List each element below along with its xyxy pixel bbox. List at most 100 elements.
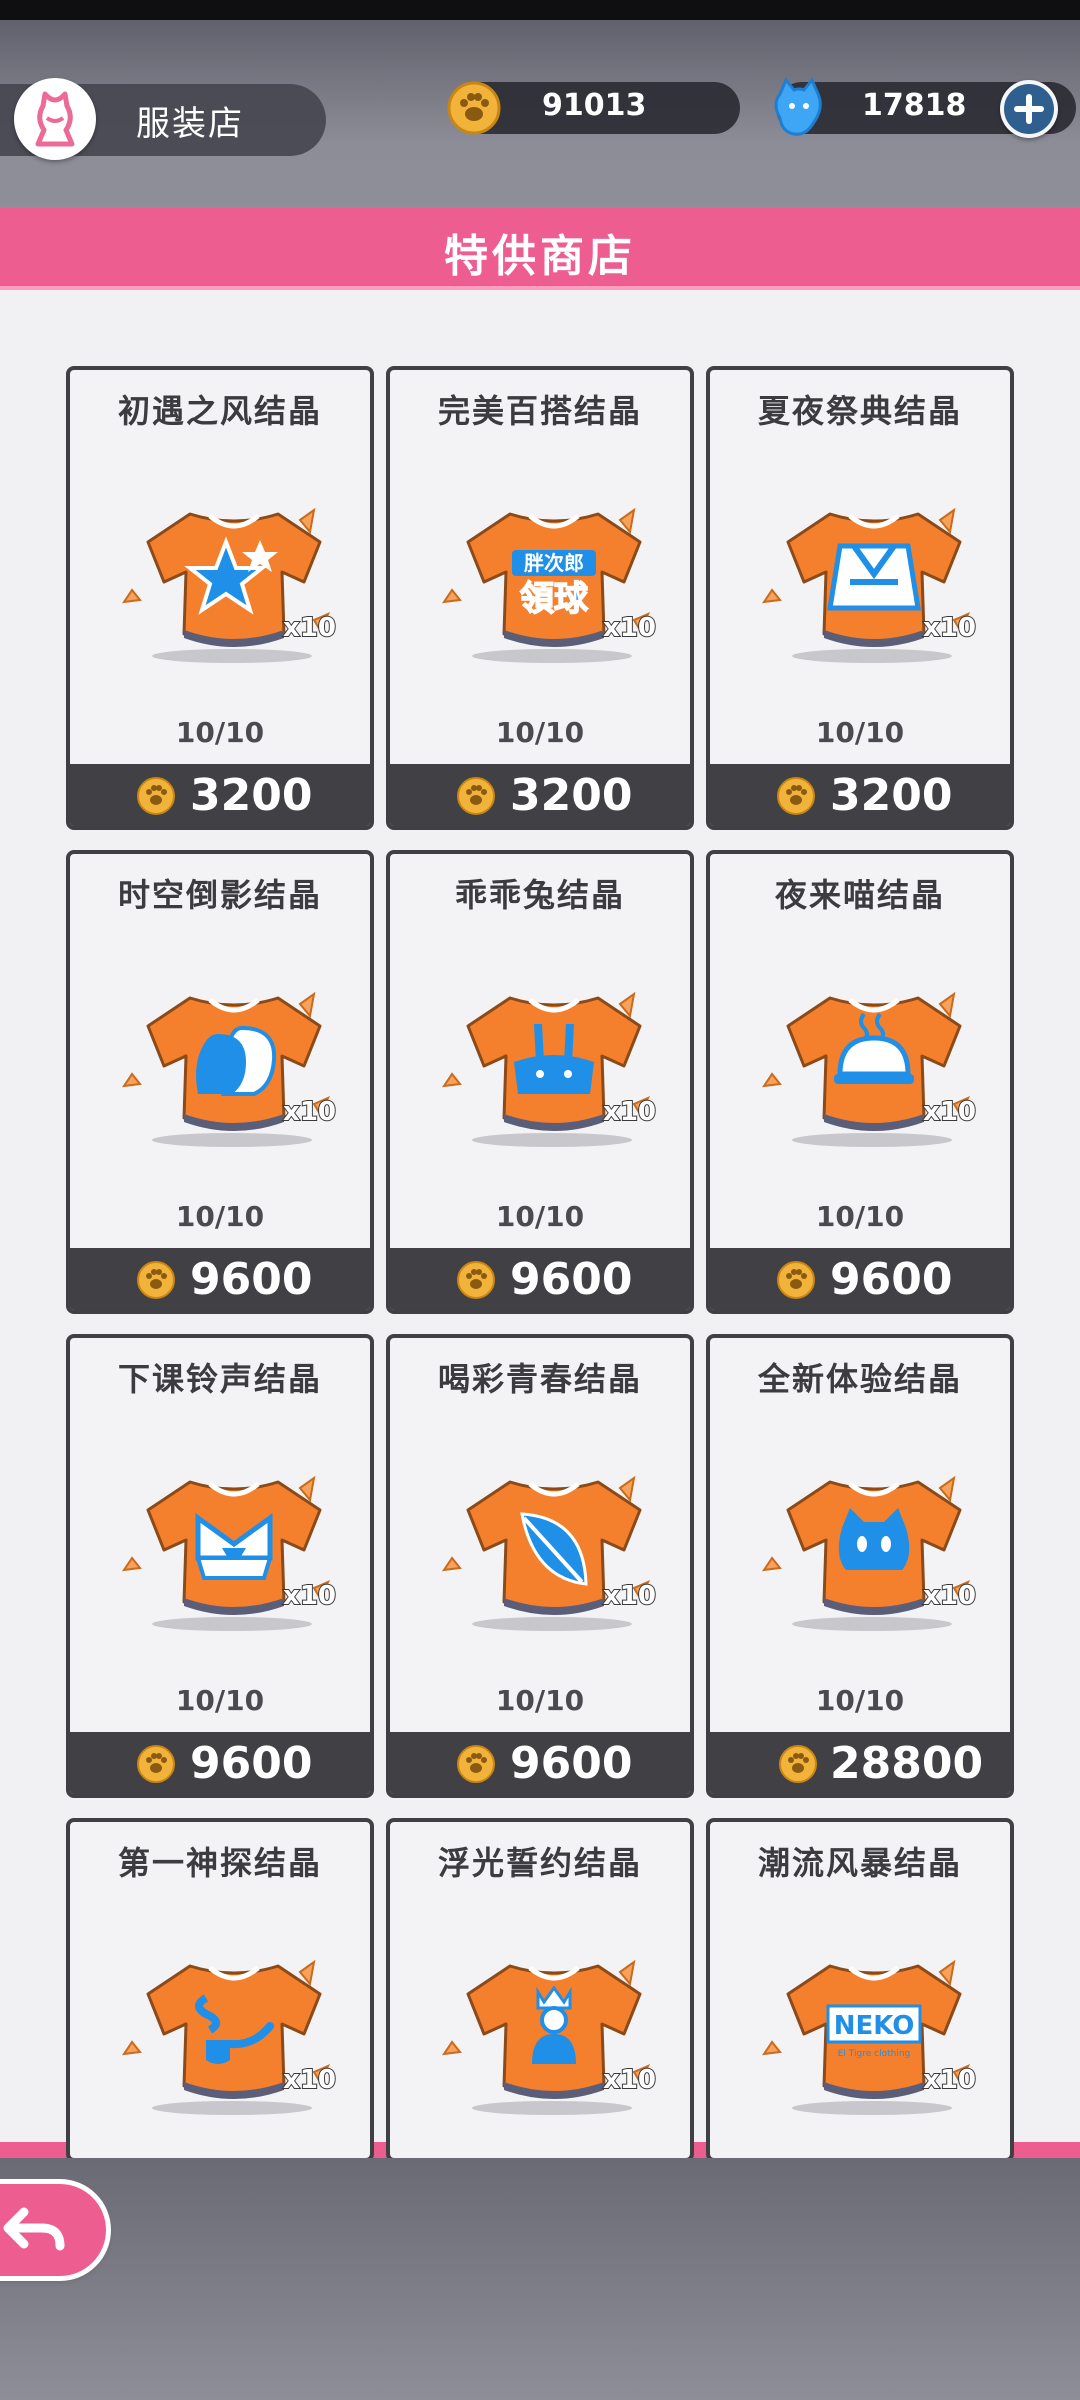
shop-item-card[interactable]: 完美百搭结晶胖次郎領球 x10 10/10 3200 — [386, 366, 694, 830]
silhouettes-tshirt-icon: x10 — [121, 991, 337, 1147]
uniform-tshirt-icon: x10 — [121, 1475, 337, 1631]
gem-amount: 17818 — [862, 88, 967, 123]
item-name: 夏夜祭典结晶 — [757, 392, 962, 430]
item-stock: 10/10 — [815, 1200, 905, 1233]
svg-text:領球: 領球 — [520, 579, 589, 619]
cloche-tshirt-icon: x10 — [761, 991, 977, 1147]
item-quantity: x10 — [603, 1581, 656, 1611]
shop-item-card[interactable]: 浮光誓约结晶 x10 — [386, 1818, 694, 2162]
shop-item-card[interactable]: 夜来喵结晶 x10 10/10 9600 — [706, 850, 1014, 1314]
price-bar[interactable]: 9600 — [390, 1248, 690, 1310]
item-quantity: x10 — [923, 1097, 976, 1127]
blue-ghost-gem-icon — [768, 74, 830, 144]
shop-item-card[interactable]: 全新体验结晶 x10 10/10 28800 — [706, 1334, 1014, 1798]
item-price: 28800 — [830, 1738, 984, 1789]
item-stock: 10/10 — [175, 716, 265, 749]
paw-coin-icon — [777, 1261, 815, 1299]
cat-tshirt-icon: x10 — [761, 1475, 977, 1631]
item-stock: 10/10 — [815, 716, 905, 749]
price-bar[interactable]: 3200 — [710, 764, 1010, 826]
item-price: 9600 — [510, 1254, 633, 1305]
item-price: 9600 — [190, 1738, 313, 1789]
price-bar[interactable]: 9600 — [70, 1732, 370, 1794]
item-name: 乖乖兔结晶 — [454, 876, 625, 914]
item-name: 夜来喵结晶 — [774, 876, 945, 914]
item-name: 第一神探结晶 — [117, 1844, 322, 1882]
item-name: 下课铃声结晶 — [117, 1360, 322, 1398]
paw-coin-icon — [779, 1745, 817, 1783]
item-name: 时空倒影结晶 — [117, 876, 322, 914]
item-price: 9600 — [190, 1254, 313, 1305]
paw-coin-amount: 91013 — [542, 88, 647, 123]
brand-tshirt-icon: NEKO El Tigre clothing x10 — [761, 1959, 977, 2115]
shop-item-card[interactable]: 潮流风暴结晶 NEKO El Tigre clothing x10 — [706, 1818, 1014, 2162]
star-tshirt-icon: x10 — [121, 507, 337, 663]
item-quantity: x10 — [603, 2065, 656, 2095]
queen-tshirt-icon: x10 — [441, 1959, 657, 2115]
plus-icon — [1004, 84, 1054, 134]
shop-title: 服装店 — [136, 104, 244, 144]
paw-coin-icon — [457, 1745, 495, 1783]
item-quantity: x10 — [923, 613, 976, 643]
item-name: 全新体验结晶 — [757, 1360, 962, 1398]
shop-item-card[interactable]: 时空倒影结晶 x10 10/10 9600 — [66, 850, 374, 1314]
shop-item-card[interactable]: 第一神探结晶 x10 — [66, 1818, 374, 2162]
add-gems-button[interactable] — [1000, 80, 1058, 138]
item-quantity: x10 — [283, 1097, 336, 1127]
paw-coin-icon — [137, 1261, 175, 1299]
shop-item-card[interactable]: 喝彩青春结晶 x10 10/10 9600 — [386, 1334, 694, 1798]
paw-coin-icon — [446, 80, 502, 140]
rabbit-tshirt-icon: x10 — [441, 991, 657, 1147]
svg-text:胖次郎: 胖次郎 — [523, 551, 584, 575]
back-button[interactable] — [0, 2184, 106, 2276]
item-price: 3200 — [190, 770, 313, 821]
shop-item-card[interactable]: 乖乖兔结晶 x10 10/10 9600 — [386, 850, 694, 1314]
item-quantity: x10 — [603, 1097, 656, 1127]
item-quantity: x10 — [603, 613, 656, 643]
paw-coin-icon — [137, 777, 175, 815]
back-arrow-icon — [3, 2207, 65, 2251]
item-quantity: x10 — [283, 1581, 336, 1611]
item-stock: 10/10 — [175, 1200, 265, 1233]
shop-item-card[interactable]: 夏夜祭典结晶 x10 10/10 3200 — [706, 366, 1014, 830]
leaf-tshirt-icon: x10 — [441, 1475, 657, 1631]
banner-title: 特供商店 — [444, 231, 636, 282]
price-bar[interactable]: 3200 — [70, 764, 370, 826]
shop-item-card[interactable]: 下课铃声结晶 x10 10/10 9600 — [66, 1334, 374, 1798]
dress-icon[interactable] — [14, 78, 96, 160]
paw-coin-icon — [137, 1745, 175, 1783]
status-bar — [0, 0, 1080, 20]
price-bar[interactable]: 9600 — [390, 1732, 690, 1794]
item-price: 3200 — [830, 770, 953, 821]
price-bar[interactable]: 28800 — [710, 1732, 1010, 1794]
item-price: 3200 — [510, 770, 633, 821]
item-quantity: x10 — [283, 613, 336, 643]
item-name: 浮光誓约结晶 — [437, 1844, 642, 1882]
item-stock: 10/10 — [495, 716, 585, 749]
price-bar[interactable]: 3200 — [390, 764, 690, 826]
item-stock: 10/10 — [495, 1200, 585, 1233]
item-name: 喝彩青春结晶 — [437, 1360, 642, 1398]
kimono-tshirt-icon: x10 — [761, 507, 977, 663]
paw-coin-icon — [457, 1261, 495, 1299]
paw-coin-icon — [457, 777, 495, 815]
svg-text:El Tigre clothing: El Tigre clothing — [838, 2049, 911, 2059]
item-name: 潮流风暴结晶 — [757, 1844, 962, 1882]
text-tshirt-icon: 胖次郎領球 x10 — [441, 507, 657, 663]
svg-text:NEKO: NEKO — [834, 2011, 915, 2041]
background-floor — [0, 2158, 1080, 2400]
paw-coin-icon — [777, 777, 815, 815]
item-name: 初遇之风结晶 — [117, 392, 322, 430]
item-quantity: x10 — [283, 2065, 336, 2095]
item-name: 完美百搭结晶 — [437, 392, 642, 430]
shop-item-card[interactable]: 初遇之风结晶 x10 10/10 3200 — [66, 366, 374, 830]
item-quantity: x10 — [923, 1581, 976, 1611]
price-bar[interactable]: 9600 — [710, 1248, 1010, 1310]
item-stock: 10/10 — [175, 1684, 265, 1717]
price-bar[interactable]: 9600 — [70, 1248, 370, 1310]
item-stock: 10/10 — [815, 1684, 905, 1717]
item-quantity: x10 — [923, 2065, 976, 2095]
item-price: 9600 — [510, 1738, 633, 1789]
item-stock: 10/10 — [495, 1684, 585, 1717]
pipe-tshirt-icon: x10 — [121, 1959, 337, 2115]
